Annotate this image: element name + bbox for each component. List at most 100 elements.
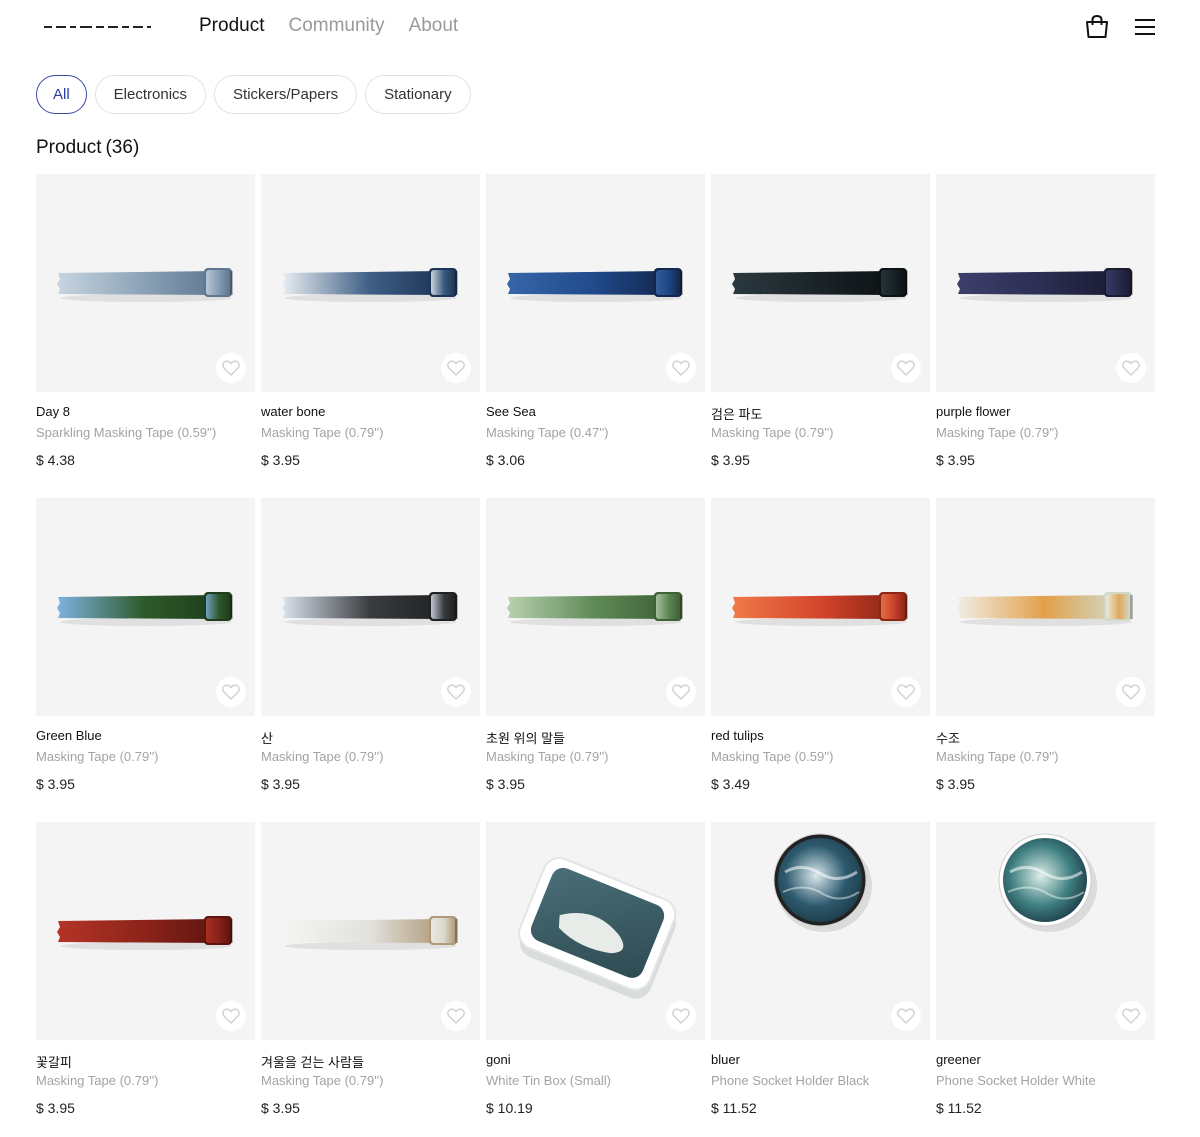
wishlist-heart-icon[interactable]: [1116, 1001, 1146, 1031]
product-count-heading: Product (36): [36, 137, 139, 159]
site-header: Product Community About: [0, 0, 1200, 56]
product-card[interactable]: 겨울을 걷는 사람들 Masking Tape (0.79'') $ 3.95: [261, 822, 480, 1116]
product-count: (36): [105, 137, 140, 158]
wishlist-heart-icon[interactable]: [216, 677, 246, 707]
product-image[interactable]: [486, 498, 705, 716]
product-card[interactable]: bluer Phone Socket Holder Black $ 11.52: [711, 822, 930, 1116]
product-card[interactable]: goni White Tin Box (Small) $ 10.19: [486, 822, 705, 1116]
product-name[interactable]: 꽃갈피: [36, 1052, 255, 1070]
product-name[interactable]: Day 8: [36, 404, 255, 422]
product-subtitle: Masking Tape (0.79''): [936, 425, 1059, 440]
product-price: $ 3.95: [936, 776, 975, 792]
filter-all[interactable]: All: [36, 75, 87, 114]
product-name[interactable]: 수조: [936, 728, 1155, 746]
wishlist-heart-icon[interactable]: [441, 1001, 471, 1031]
product-subtitle: White Tin Box (Small): [486, 1073, 611, 1088]
product-card[interactable]: water bone Masking Tape (0.79'') $ 3.95: [261, 174, 480, 468]
product-price: $ 4.38: [36, 452, 75, 468]
filter-electronics[interactable]: Electronics: [94, 75, 207, 114]
product-price: $ 3.49: [711, 776, 750, 792]
product-info: water bone Masking Tape (0.79'') $ 3.95: [261, 404, 480, 468]
product-image[interactable]: [261, 498, 480, 716]
wishlist-heart-icon[interactable]: [891, 353, 921, 383]
product-price: $ 3.06: [486, 452, 525, 468]
product-price: $ 3.95: [261, 776, 300, 792]
product-card[interactable]: 검은 파도 Masking Tape (0.79'') $ 3.95: [711, 174, 930, 468]
product-name[interactable]: purple flower: [936, 404, 1155, 422]
product-price: $ 3.95: [486, 776, 525, 792]
category-filters: All Electronics Stickers/Papers Stationa…: [36, 75, 471, 114]
product-subtitle: Masking Tape (0.79''): [36, 1073, 159, 1088]
product-subtitle: Masking Tape (0.79''): [261, 749, 384, 764]
nav-product[interactable]: Product: [199, 15, 264, 37]
product-card[interactable]: Green Blue Masking Tape (0.79'') $ 3.95: [36, 498, 255, 792]
product-image[interactable]: [261, 822, 480, 1040]
product-image[interactable]: [936, 498, 1155, 716]
wishlist-heart-icon[interactable]: [666, 1001, 696, 1031]
product-image[interactable]: [711, 174, 930, 392]
product-price: $ 3.95: [36, 1100, 75, 1116]
product-image[interactable]: [936, 822, 1155, 1040]
product-card[interactable]: 산 Masking Tape (0.79'') $ 3.95: [261, 498, 480, 792]
wishlist-heart-icon[interactable]: [891, 1001, 921, 1031]
product-card[interactable]: greener Phone Socket Holder White $ 11.52: [936, 822, 1155, 1116]
product-name[interactable]: 겨울을 걷는 사람들: [261, 1052, 480, 1070]
product-image[interactable]: [486, 174, 705, 392]
wishlist-heart-icon[interactable]: [666, 353, 696, 383]
product-card[interactable]: 수조 Masking Tape (0.79'') $ 3.95: [936, 498, 1155, 792]
product-subtitle: Masking Tape (0.79''): [261, 425, 384, 440]
product-image[interactable]: [261, 174, 480, 392]
product-info: greener Phone Socket Holder White $ 11.52: [936, 1052, 1155, 1116]
filter-stationary[interactable]: Stationary: [365, 75, 471, 114]
product-name[interactable]: Green Blue: [36, 728, 255, 746]
product-name[interactable]: See Sea: [486, 404, 705, 422]
product-card[interactable]: Day 8 Sparkling Masking Tape (0.59'') $ 4.…: [36, 174, 255, 468]
product-card[interactable]: red tulips Masking Tape (0.59'') $ 3.49: [711, 498, 930, 792]
product-price: $ 11.52: [711, 1100, 757, 1116]
nav-community[interactable]: Community: [288, 15, 384, 37]
product-name[interactable]: 산: [261, 728, 480, 746]
product-subtitle: Masking Tape (0.59''): [711, 749, 834, 764]
product-subtitle: Phone Socket Holder Black: [711, 1073, 870, 1088]
product-name[interactable]: 검은 파도: [711, 404, 930, 422]
product-info: 검은 파도 Masking Tape (0.79'') $ 3.95: [711, 404, 930, 468]
wishlist-heart-icon[interactable]: [441, 677, 471, 707]
product-info: purple flower Masking Tape (0.79'') $ 3.95: [936, 404, 1155, 468]
product-info: 겨울을 걷는 사람들 Masking Tape (0.79'') $ 3.95: [261, 1052, 480, 1116]
product-name[interactable]: 초원 위의 말들: [486, 728, 705, 746]
product-card[interactable]: purple flower Masking Tape (0.79'') $ 3.95: [936, 174, 1155, 468]
product-image[interactable]: [36, 822, 255, 1040]
product-name[interactable]: bluer: [711, 1052, 930, 1070]
hamburger-menu-icon[interactable]: [1133, 16, 1157, 38]
wishlist-heart-icon[interactable]: [216, 353, 246, 383]
wishlist-heart-icon[interactable]: [1116, 677, 1146, 707]
product-image[interactable]: [486, 822, 705, 1040]
wishlist-heart-icon[interactable]: [441, 353, 471, 383]
product-card[interactable]: 초원 위의 말들 Masking Tape (0.79'') $ 3.95: [486, 498, 705, 792]
product-name[interactable]: water bone: [261, 404, 480, 422]
brand-logo[interactable]: [44, 23, 152, 31]
product-price: $ 3.95: [36, 776, 75, 792]
shopping-bag-icon[interactable]: [1084, 14, 1110, 40]
product-image[interactable]: [36, 174, 255, 392]
product-name[interactable]: greener: [936, 1052, 1155, 1070]
product-image[interactable]: [36, 498, 255, 716]
product-name[interactable]: red tulips: [711, 728, 930, 746]
nav-about[interactable]: About: [409, 15, 459, 37]
product-image[interactable]: [936, 174, 1155, 392]
product-info: 초원 위의 말들 Masking Tape (0.79'') $ 3.95: [486, 728, 705, 792]
filter-stickers-papers[interactable]: Stickers/Papers: [214, 75, 358, 114]
wishlist-heart-icon[interactable]: [216, 1001, 246, 1031]
product-name[interactable]: goni: [486, 1052, 705, 1070]
product-card[interactable]: 꽃갈피 Masking Tape (0.79'') $ 3.95: [36, 822, 255, 1116]
product-info: Day 8 Sparkling Masking Tape (0.59'') $ 4.…: [36, 404, 255, 468]
wishlist-heart-icon[interactable]: [1116, 353, 1146, 383]
product-image[interactable]: [711, 822, 930, 1040]
product-card[interactable]: See Sea Masking Tape (0.47'') $ 3.06: [486, 174, 705, 468]
section-title: Product: [36, 137, 102, 158]
product-image[interactable]: [711, 498, 930, 716]
product-subtitle: Masking Tape (0.47''): [486, 425, 609, 440]
product-price: $ 3.95: [936, 452, 975, 468]
wishlist-heart-icon[interactable]: [666, 677, 696, 707]
wishlist-heart-icon[interactable]: [891, 677, 921, 707]
